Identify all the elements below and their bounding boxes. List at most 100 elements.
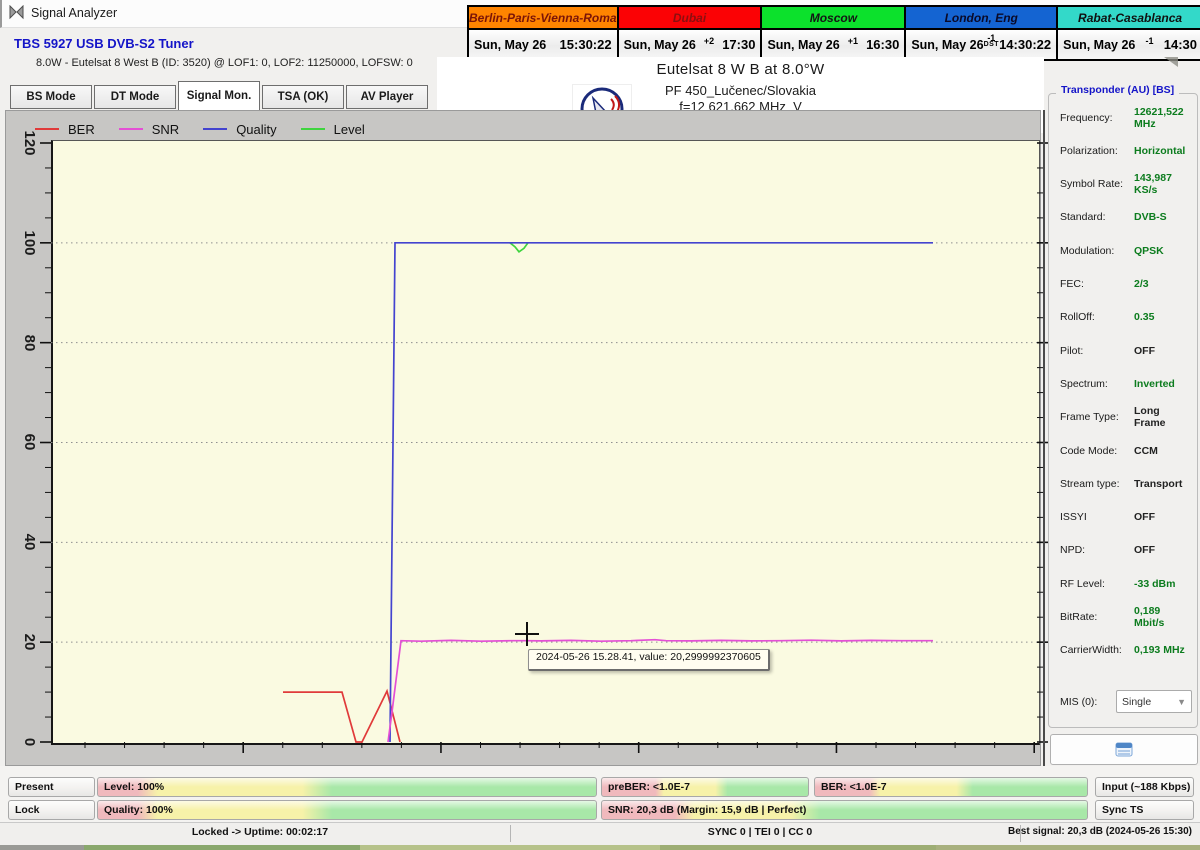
transponder-field: Standard: DVB-S: [1060, 210, 1192, 225]
datapoint-tooltip: 2024-05-26 15.28.41, value: 20,299999237…: [528, 649, 770, 671]
snapshot-button[interactable]: [1050, 734, 1198, 765]
clock-date: Sun, May 26: [474, 37, 547, 52]
world-clocks: Berlin-Paris-Vienna-Roma Sun, May 26 15:…: [467, 5, 1200, 61]
site-name: PF 450_Lučenec/Slovakia: [664, 83, 817, 98]
chart-legend: BER SNR Quality Level: [35, 119, 389, 139]
transponder-field: ISSYI OFF: [1060, 510, 1192, 525]
field-label: Frame Type:: [1060, 411, 1119, 424]
field-label: Stream type:: [1060, 477, 1120, 490]
field-value: DVB-S: [1134, 211, 1167, 224]
satellite-name: Eutelsat 8 W B at 8.0°W: [656, 61, 825, 78]
clock-city-label: Berlin-Paris-Vienna-Roma: [469, 7, 617, 30]
tuner-details: 8.0W - Eutelsat 8 West B (ID: 3520) @ LO…: [36, 57, 413, 69]
lock-indicator: Lock: [8, 800, 95, 820]
field-label: Polarization:: [1060, 144, 1118, 157]
clock-time: 14:30: [1163, 37, 1197, 52]
panel-splitter[interactable]: [1043, 110, 1045, 766]
field-value: 0.35: [1134, 311, 1155, 324]
clock-time: 17:30: [722, 37, 756, 52]
field-label: RollOff:: [1060, 311, 1095, 324]
mis-row: MIS (0): Single ▼: [1060, 690, 1192, 713]
crosshair-cursor: [515, 633, 539, 635]
field-label: NPD:: [1060, 544, 1086, 557]
field-value: 2/3: [1134, 278, 1149, 290]
field-label: CarrierWidth:: [1060, 644, 1122, 657]
status-separator: [510, 825, 511, 842]
y-axis-tick-label: 20: [21, 633, 38, 651]
window-title: Signal Analyzer: [31, 6, 118, 20]
transponder-field: RollOff: 0.35: [1060, 310, 1192, 325]
field-label: FEC:: [1060, 278, 1084, 290]
clock-london: London, Eng Sun, May 26 -1 DST 14:30:22: [906, 7, 1059, 59]
transponder-field: Stream type: Transport: [1060, 476, 1192, 491]
tab-bs-mode[interactable]: BS Mode: [10, 85, 92, 109]
status-separator: [1020, 825, 1021, 842]
mis-dropdown[interactable]: Single ▼: [1116, 690, 1192, 713]
clock-city-label: Rabat-Casablanca: [1058, 7, 1200, 30]
field-value: 12621,522 MHz: [1134, 105, 1184, 130]
clock-utc-offset: +1: [847, 35, 859, 46]
tab-av-player[interactable]: AV Player: [346, 85, 428, 109]
tab-dt-mode[interactable]: DT Mode: [94, 85, 176, 109]
transponder-field: Pilot: OFF: [1060, 343, 1192, 358]
y-axis-tick-label: 120: [21, 130, 38, 156]
legend-item-snr: SNR: [118, 122, 179, 137]
clock-moscow: Moscow Sun, May 26 +1 16:30: [762, 7, 907, 59]
legend-item-quality: Quality: [203, 122, 277, 137]
y-axis-tick-label: 40: [21, 533, 38, 551]
taskbar-edge: [0, 845, 1200, 850]
panel-icon: [1115, 742, 1133, 757]
clock-time: 16:30: [866, 37, 900, 52]
y-axis-tick-label: 60: [21, 434, 38, 451]
field-value: 143,987 KS/s: [1134, 172, 1172, 197]
field-value: QPSK: [1134, 244, 1164, 257]
y-axis-tick-label: 0: [21, 737, 38, 747]
field-value: Long Frame: [1134, 405, 1166, 430]
input-indicator: Input (~188 Kbps): [1095, 777, 1194, 797]
snr-meter: SNR: 20,3 dB (Margin: 15,9 dB | Perfect): [601, 800, 1088, 820]
chevron-down-icon: ▼: [1177, 696, 1186, 707]
clock-time: 15:30:22: [559, 37, 612, 52]
clock-city-label: Dubai: [618, 7, 761, 30]
clock-dubai: Dubai Sun, May 26 +2 17:30: [618, 7, 763, 59]
y-axis-tick-label: 100: [21, 230, 38, 256]
transponder-field: Symbol Rate: 143,987 KS/s: [1060, 172, 1192, 196]
clock-city-label: Moscow: [762, 7, 905, 30]
legend-item-ber: BER: [35, 122, 95, 137]
transponder-field: FEC: 2/3: [1060, 277, 1192, 292]
clock-utc-offset: +2: [703, 35, 715, 46]
field-label: Pilot:: [1060, 344, 1084, 357]
mis-label: MIS (0):: [1060, 695, 1098, 708]
level-line-swatch: [300, 128, 325, 130]
cursor-artifact: [1164, 57, 1178, 67]
field-label: ISSYI: [1060, 511, 1087, 524]
field-value: OFF: [1134, 511, 1155, 524]
sync-ts-indicator: Sync TS: [1095, 800, 1194, 820]
quality-line-swatch: [203, 128, 228, 130]
present-indicator: Present: [8, 777, 95, 797]
field-value: Transport: [1134, 477, 1183, 490]
field-value: 0,193 MHz: [1134, 644, 1185, 657]
legend-item-level: Level: [300, 122, 365, 137]
y-axis-tick-label: 80: [21, 334, 38, 351]
field-label: Modulation:: [1060, 244, 1115, 257]
tuner-name: TBS 5927 USB DVB-S2 Tuner: [14, 36, 194, 51]
field-value: CCM: [1134, 444, 1158, 457]
field-label: RF Level:: [1060, 577, 1105, 590]
field-label: Spectrum:: [1060, 377, 1108, 390]
status-uptime: Locked -> Uptime: 00:02:17: [191, 826, 329, 838]
satellite-app-icon: [9, 4, 25, 21]
clock-date: Sun, May 26: [1063, 37, 1136, 52]
tab-tsa[interactable]: TSA (OK): [262, 85, 344, 109]
transponder-field: Code Mode: CCM: [1060, 443, 1192, 458]
field-value: Horizontal: [1134, 144, 1186, 157]
field-value: 0,189 Mbit/s: [1134, 605, 1165, 629]
field-label: Standard:: [1060, 211, 1106, 224]
transponder-field: RF Level: -33 dBm: [1060, 576, 1192, 591]
field-label: Symbol Rate:: [1060, 178, 1124, 191]
tab-signal-mon[interactable]: Signal Mon.: [178, 81, 260, 110]
transponder-field: Polarization: Horizontal: [1060, 143, 1192, 158]
field-label: BitRate:: [1060, 611, 1098, 623]
transponder-field: Frame Type: Long Frame: [1060, 405, 1192, 429]
transponder-field: NPD: OFF: [1060, 543, 1192, 558]
